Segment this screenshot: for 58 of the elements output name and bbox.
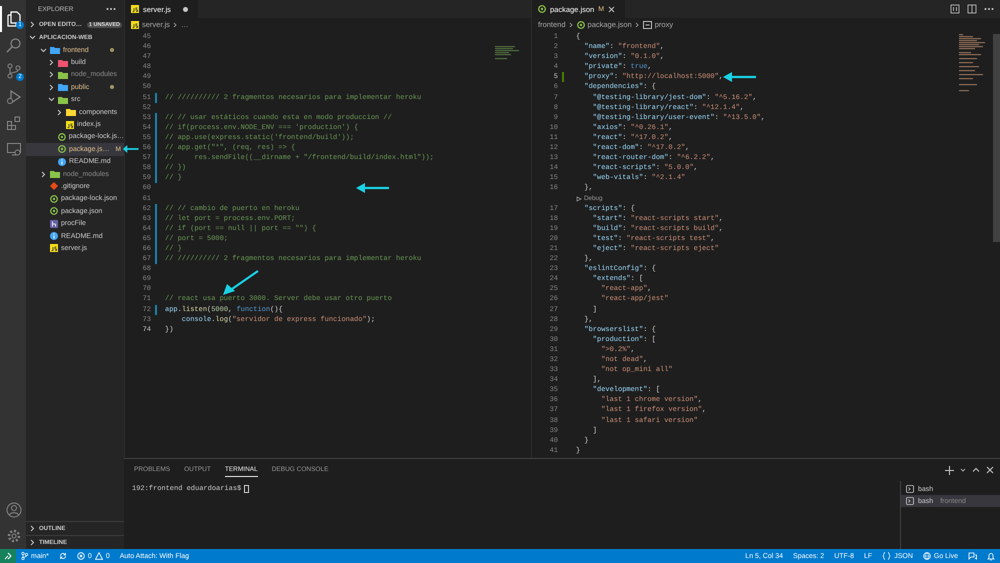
close-icon[interactable] — [986, 466, 994, 474]
files-icon — [6, 11, 22, 27]
chevron-right-icon — [568, 22, 574, 28]
js-file-icon — [131, 20, 139, 28]
source-control-icon — [6, 63, 22, 79]
arrow-icon — [356, 183, 390, 194]
run-debug-icon — [6, 89, 22, 105]
js-file-icon — [66, 120, 74, 129]
chevron-up-icon[interactable] — [972, 466, 980, 474]
folder-icon — [50, 170, 60, 178]
js-file-icon — [131, 5, 139, 13]
split-editor-icon[interactable] — [967, 4, 977, 14]
globe-icon — [922, 552, 931, 560]
monitor-icon — [6, 141, 22, 157]
package-file-icon — [576, 20, 585, 28]
info-icon — [50, 232, 58, 240]
terminal-cursor — [244, 485, 250, 493]
more-icon[interactable] — [106, 7, 116, 11]
scrollbar-thumb[interactable] — [993, 34, 1000, 242]
terminal-icon — [906, 497, 914, 505]
arrow-icon — [723, 72, 757, 82]
chevron-right-icon — [56, 108, 63, 116]
chevron-right-icon — [172, 22, 178, 28]
compare-icon[interactable] — [950, 4, 960, 14]
extensions-icon — [6, 115, 22, 131]
git-file-icon — [50, 182, 58, 190]
feedback-icon — [968, 552, 977, 560]
search-icon — [6, 37, 22, 53]
settings-icon — [6, 528, 22, 544]
chevron-right-icon — [29, 21, 36, 28]
warning-icon — [94, 552, 103, 560]
branch-icon — [21, 552, 28, 560]
modified-dot — [110, 85, 114, 90]
arrow-icon — [223, 270, 259, 296]
terminal-icon — [906, 485, 914, 493]
chevron-down-icon — [48, 96, 55, 104]
more-icon[interactable] — [984, 7, 994, 11]
js-file-icon — [50, 244, 58, 252]
close-icon — [608, 6, 616, 12]
heroku-file-icon — [50, 220, 58, 228]
account-icon — [6, 502, 22, 518]
new-terminal-button[interactable] — [945, 466, 954, 474]
property-icon — [642, 20, 652, 28]
remote-icon — [4, 552, 12, 560]
remote-button[interactable] — [0, 549, 16, 563]
sync-icon — [58, 552, 67, 560]
unsaved-dot — [182, 6, 188, 12]
arrow-icon — [123, 145, 139, 154]
package-file-icon — [538, 5, 546, 13]
chevron-right-icon — [634, 22, 640, 28]
info-icon — [58, 158, 66, 166]
play-icon — [576, 196, 582, 202]
bell-icon — [987, 552, 995, 560]
chevron-right-icon — [40, 170, 47, 178]
modified-dot — [110, 48, 114, 52]
error-icon — [76, 552, 85, 560]
braces-icon — [882, 552, 892, 560]
chevron-down-icon[interactable] — [960, 467, 966, 473]
